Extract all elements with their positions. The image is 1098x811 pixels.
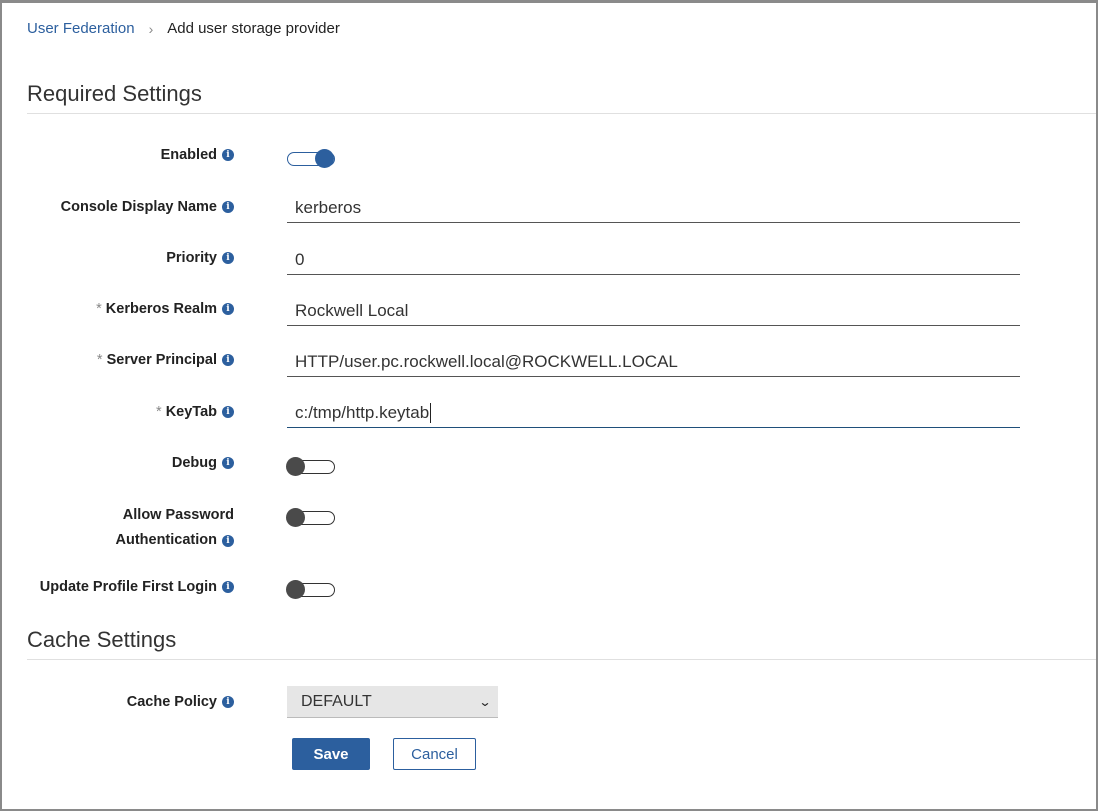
update-profile-first-login-label-text: Update Profile First Login xyxy=(39,579,217,595)
allow-password-auth-label: Allow Password Authentication i xyxy=(115,503,234,553)
server-principal-label-text: Server Principal xyxy=(106,352,217,368)
server-principal-input[interactable]: HTTP/user.pc.rockwell.local@ROCKWELL.LOC… xyxy=(287,347,1020,377)
keytab-label: * KeyTab i xyxy=(156,404,234,420)
priority-value: 0 xyxy=(295,249,305,269)
info-icon[interactable]: i xyxy=(222,303,234,315)
priority-label: Priority i xyxy=(166,250,234,266)
enabled-label: Enabled i xyxy=(161,147,234,163)
kerberos-realm-label: * Kerberos Realm i xyxy=(96,301,234,317)
kerberos-realm-label-text: Kerberos Realm xyxy=(105,301,217,317)
toggle-knob xyxy=(315,149,334,168)
debug-label-text: Debug xyxy=(171,455,217,471)
info-icon[interactable]: i xyxy=(222,252,234,264)
info-icon[interactable]: i xyxy=(222,581,234,593)
debug-toggle[interactable] xyxy=(286,457,335,476)
cache-policy-label-text: Cache Policy xyxy=(126,694,217,710)
section-divider xyxy=(27,659,1096,660)
breadcrumb: User Federation › Add user storage provi… xyxy=(27,20,340,37)
info-icon[interactable]: i xyxy=(222,457,234,469)
info-icon[interactable]: i xyxy=(222,696,234,708)
required-marker: * xyxy=(96,301,102,317)
server-principal-label: * Server Principal i xyxy=(97,352,234,368)
chevron-down-icon: ⌄ xyxy=(478,694,492,709)
toggle-knob xyxy=(286,457,305,476)
update-profile-first-login-toggle[interactable] xyxy=(286,580,335,599)
cache-policy-select[interactable]: DEFAULT ⌄ xyxy=(287,686,498,718)
info-icon[interactable]: i xyxy=(222,354,234,366)
keytab-input[interactable]: c:/tmp/http.keytab xyxy=(287,398,1020,428)
required-marker: * xyxy=(156,404,162,420)
section-divider xyxy=(27,113,1096,114)
update-profile-first-login-label: Update Profile First Login i xyxy=(40,579,234,595)
required-settings-heading: Required Settings xyxy=(27,81,202,106)
priority-input[interactable]: 0 xyxy=(287,245,1020,275)
page-frame: User Federation › Add user storage provi… xyxy=(0,0,1098,811)
enabled-toggle[interactable] xyxy=(287,149,335,168)
console-display-name-input[interactable]: kerberos xyxy=(287,193,1020,223)
breadcrumb-user-federation-link[interactable]: User Federation xyxy=(27,20,135,37)
console-display-name-value: kerberos xyxy=(295,197,362,217)
toggle-knob xyxy=(286,508,305,527)
priority-label-text: Priority xyxy=(166,250,217,266)
info-icon[interactable]: i xyxy=(222,149,234,161)
breadcrumb-separator-icon: › xyxy=(148,20,154,37)
save-button[interactable]: Save xyxy=(292,738,370,770)
debug-label: Debug i xyxy=(172,455,234,471)
cache-settings-heading: Cache Settings xyxy=(27,627,177,652)
cache-policy-value: DEFAULT xyxy=(301,692,372,710)
allow-password-auth-label-line2: Authentication xyxy=(115,532,218,548)
allow-password-auth-label-line1: Allow Password xyxy=(122,507,234,523)
cancel-button[interactable]: Cancel xyxy=(393,738,476,770)
info-icon[interactable]: i xyxy=(222,534,234,547)
info-icon[interactable]: i xyxy=(222,406,234,418)
text-caret xyxy=(430,402,432,423)
keytab-value: c:/tmp/http.keytab xyxy=(295,402,430,422)
info-icon[interactable]: i xyxy=(222,201,234,213)
breadcrumb-current: Add user storage provider xyxy=(167,20,340,37)
toggle-knob xyxy=(286,580,305,599)
kerberos-realm-input[interactable]: Rockwell Local xyxy=(287,296,1020,326)
enabled-label-text: Enabled xyxy=(160,147,217,163)
keytab-label-text: KeyTab xyxy=(165,404,217,420)
allow-password-auth-label-line2-row: Authentication i xyxy=(115,528,234,553)
console-display-name-label: Console Display Name i xyxy=(61,199,234,215)
kerberos-realm-value: Rockwell Local xyxy=(295,300,409,320)
console-display-name-label-text: Console Display Name xyxy=(60,199,217,215)
allow-password-auth-toggle[interactable] xyxy=(286,508,335,527)
required-marker: * xyxy=(96,352,103,368)
server-principal-value: HTTP/user.pc.rockwell.local@ROCKWELL.LOC… xyxy=(295,351,678,371)
cache-policy-label: Cache Policy i xyxy=(127,694,234,710)
